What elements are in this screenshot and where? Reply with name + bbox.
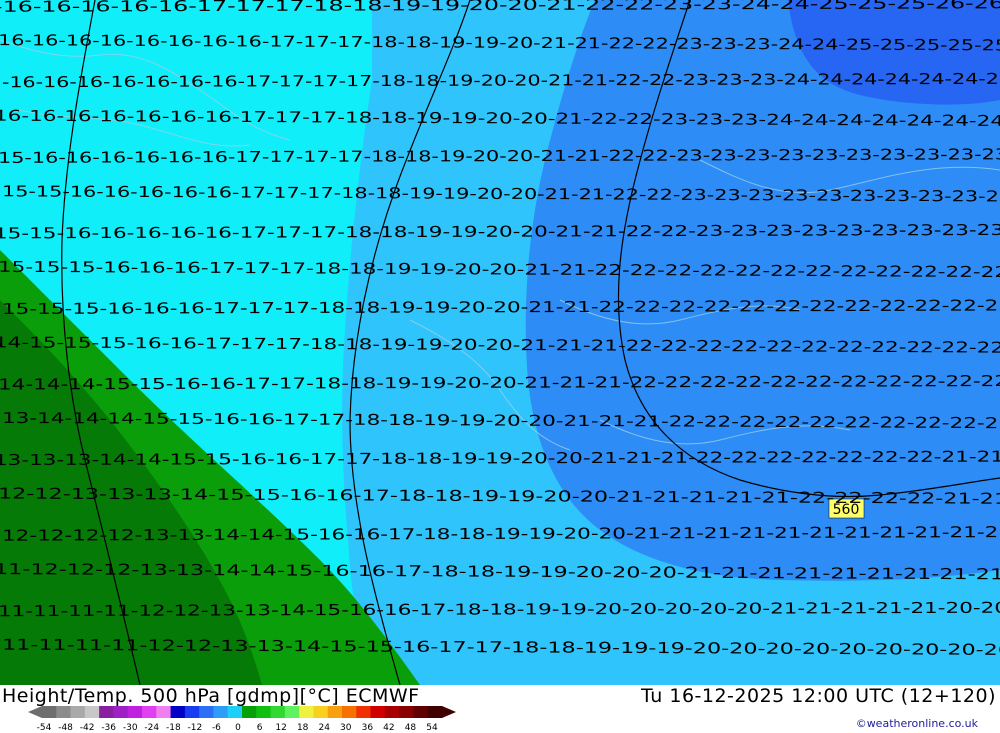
scale-label: -6	[212, 723, 221, 733]
scale-swatch	[270, 706, 286, 718]
scale-swatch	[42, 706, 57, 718]
scale-arrow-right	[442, 706, 456, 718]
scale-swatch	[142, 706, 157, 718]
isotherm-row: 11-11-11-11-12-12-13-13-14-15-16-16-17-1…	[0, 599, 1000, 621]
scale-swatch	[227, 706, 243, 718]
isotherm-row: -16-16-16-16-16-16-16-17-17-17-17-18-18-…	[2, 70, 1000, 92]
scale-swatch	[342, 706, 357, 718]
isotherm-row: 14-14-14-15-15-16-16-17-17-18-18-19-19-2…	[0, 372, 1000, 394]
scale-swatch	[399, 706, 414, 718]
scale-swatch	[327, 706, 343, 718]
scale-label: 36	[362, 723, 374, 733]
map-title: Height/Temp. 500 hPa [gdmp][°C] ECMWF	[2, 685, 420, 707]
scale-label: -24	[144, 723, 159, 733]
scale-label: -18	[166, 723, 181, 733]
scale-label: -54	[37, 723, 52, 733]
valid-time: Tu 16-12-2025 12:00 UTC (12+120)	[641, 685, 996, 707]
scale-swatch	[299, 706, 314, 718]
scale-swatch	[56, 706, 72, 718]
scale-label: 6	[257, 723, 263, 733]
color-scale: -54 -48 -42 -36 -30 -24 -18 -12 -6 0 6 12 18 24 30 36 42…	[28, 706, 456, 733]
scale-swatch	[413, 706, 429, 718]
map-footer: Height/Temp. 500 hPa [gdmp][°C] ECMWF Tu…	[0, 685, 1000, 733]
scale-swatch	[313, 706, 329, 718]
scale-label: -42	[80, 723, 95, 733]
scale-label: -36	[101, 723, 116, 733]
scale-swatch	[99, 706, 114, 718]
scale-swatch	[113, 706, 129, 718]
scale-swatch	[127, 706, 143, 718]
scale-swatch	[199, 706, 214, 718]
isotherm-row: 12-12-12-12-13-13-14-14-15-16-16-17-18-1…	[2, 523, 1000, 545]
isotherm-row: 15-16-16-16-16-16-16-17-17-17-17-18-18-1…	[0, 145, 1000, 167]
scale-swatch	[384, 706, 400, 718]
scale-label: 24	[318, 723, 330, 733]
scale-swatch	[356, 706, 372, 718]
scale-label: 12	[275, 723, 286, 733]
scale-swatch	[284, 706, 300, 718]
scale-swatch	[427, 706, 443, 718]
scale-swatch	[213, 706, 229, 718]
scale-label: -48	[58, 723, 73, 733]
scale-swatch	[370, 706, 386, 718]
isotherm-row: 15-15-16-16-16-16-16-17-17-17-18-18-19-1…	[0, 221, 1000, 243]
scale-label: 0	[235, 723, 241, 733]
isotherm-row: 15-15-15-16-16-16-17-17-17-18-18-19-19-2…	[2, 296, 1000, 318]
scale-swatch	[184, 706, 200, 718]
scale-label: 18	[297, 723, 309, 733]
weather-map: 560 -16-16-16-16-16-17-17-17-18-18-19-19…	[0, 0, 1000, 685]
scale-swatch	[242, 706, 257, 718]
scale-swatch	[70, 706, 86, 718]
scale-swatch	[256, 706, 272, 718]
scale-label: 42	[383, 723, 394, 733]
scale-label: 48	[405, 723, 417, 733]
scale-arrow-left	[28, 706, 42, 718]
credit-link[interactable]: ©weatheronline.co.uk	[856, 717, 978, 730]
scale-label: -30	[123, 723, 138, 733]
scale-label: -12	[188, 723, 203, 733]
isotherm-row: 13-13-13-14-14-15-15-16-16-17-17-18-18-1…	[0, 448, 1000, 470]
scale-swatch	[170, 706, 186, 718]
scale-swatch	[84, 706, 100, 718]
scale-swatch	[156, 706, 172, 718]
scale-label: 54	[426, 723, 438, 733]
scale-label: 30	[340, 723, 352, 733]
